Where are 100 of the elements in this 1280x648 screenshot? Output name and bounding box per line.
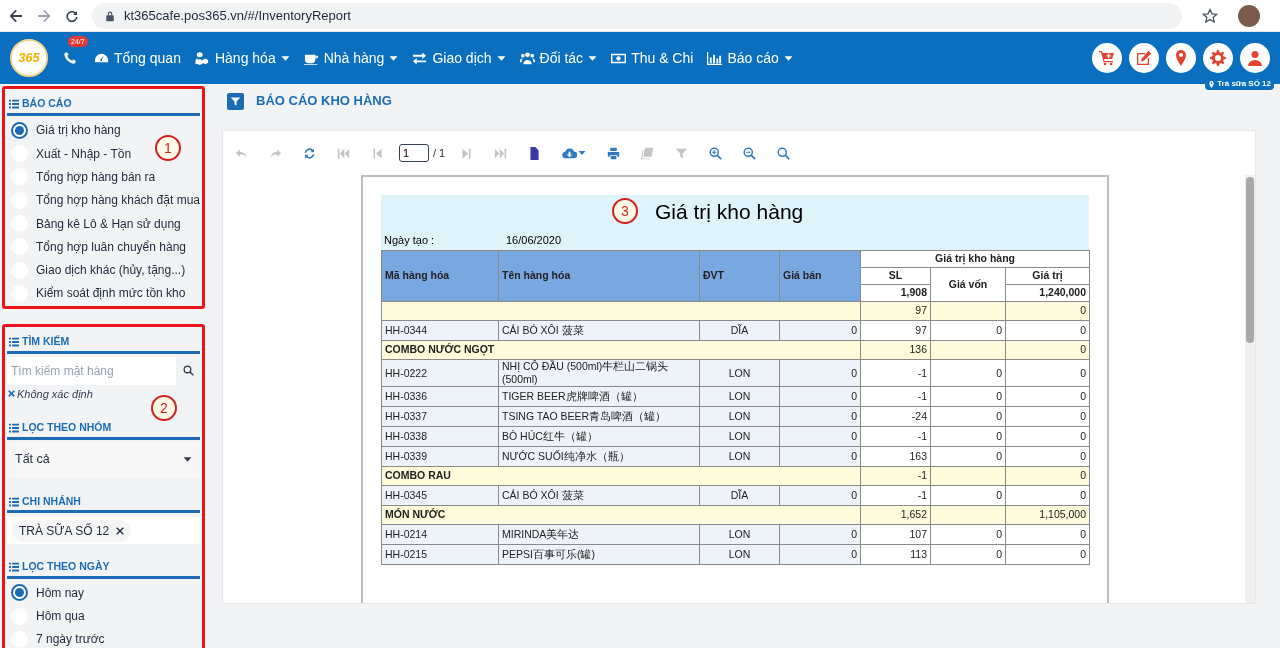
back-icon[interactable] [8,7,24,24]
page-title: BÁO CÁO KHO HÀNG [256,92,392,111]
list-icon [9,422,19,433]
forward-icon[interactable] [36,7,52,24]
table-cell: HH-0338 [381,426,499,447]
url-text: kt365cafe.pos365.vn/#/InventoryReport [124,6,351,25]
caret-icon [280,53,290,63]
toolbar-button[interactable] [777,146,791,160]
map-pin-icon [1208,80,1216,88]
list-icon [9,98,19,109]
caret-icon [389,53,399,63]
annotation-number: 3 [612,198,638,224]
table-cell: HH-0345 [381,485,499,506]
radio-option[interactable]: Bảng kê Lô & Hạn sử dụng [11,211,181,236]
column-header: Mã hàng hóa [381,250,499,302]
column-header: ĐVT [699,250,780,302]
group-dropdown[interactable]: Tất cả [7,441,200,478]
table-cell: HH-0337 [381,406,499,427]
header-action-button[interactable] [1203,43,1233,73]
radio-option[interactable]: Giá trị kho hàng [11,118,121,143]
pages-icon [641,146,655,160]
filter-icon[interactable] [230,95,241,107]
section-heading: LỌC THEO NGÀY [22,559,110,575]
report-title: Giá trị kho hàng [655,199,804,225]
lock-icon [104,9,116,22]
table-cell: -1 [860,359,931,387]
list-icon [9,337,19,347]
radio-option[interactable]: Kiểm soát định mức tồn kho [11,281,186,306]
nav-menu-item[interactable]: Nhà hàng [303,47,399,69]
filter-chip-label: Không xác định [17,386,93,402]
next-page-icon [460,146,474,160]
radio-option[interactable]: Xuất - Nhập - Tồn [11,142,132,166]
header-action-button[interactable] [1240,43,1270,73]
branch-tag[interactable]: TRÀ SỮA SỐ 12 [13,519,132,542]
close-icon[interactable] [115,525,126,536]
toolbar-button[interactable] [528,146,542,160]
nav-menu-item[interactable]: Thu & Chi [611,47,694,69]
created-label: Ngày tạo : [384,233,435,248]
radio-option[interactable]: Hôm qua [11,604,85,628]
cart-icon [1099,50,1115,66]
header-action-button[interactable] [1129,43,1159,73]
table-cell: 0 [1005,359,1090,387]
scrollbar-thumb[interactable] [1246,177,1254,343]
nav-menu-item[interactable]: Báo cáo [707,47,793,69]
list-icon [9,562,19,573]
table-cell: 0 [930,359,1006,387]
nav-menu-item[interactable]: Giao dịch [412,47,506,69]
page-count: / 1 [433,145,446,161]
radio-button[interactable] [11,584,28,602]
radio-option[interactable]: Hôm nay [11,581,85,605]
section-heading: BÁO CÁO [22,96,72,111]
edit-icon [1136,50,1152,66]
nav-menu-item[interactable]: Đối tác [519,47,598,69]
document-icon [528,146,542,160]
radio-option[interactable]: Tổng hợp hàng bán ra [11,165,156,189]
avatar[interactable] [1238,4,1260,27]
last-page-icon [494,146,508,160]
user-icon [1247,50,1263,66]
refresh-icon [303,146,316,160]
table-cell: HH-0215 [381,544,499,565]
column-header: Giá bán [779,250,861,302]
star-icon[interactable] [1202,7,1218,24]
first-page-icon [337,146,350,160]
page-number-field[interactable]: 1 [399,144,429,162]
radio-option[interactable]: Tổng hợp luân chuyển hàng [11,235,186,259]
download-button[interactable] [562,146,587,160]
zoom-in-icon [709,146,723,160]
toolbar-button[interactable] [607,146,621,160]
filter-icon [675,146,689,160]
phone-icon[interactable] [63,51,77,65]
table-cell: HH-0214 [381,524,499,545]
dropdown-value: Tất cả [15,451,50,469]
annotation-number: 1 [155,135,181,161]
radio-option[interactable]: 7 ngày trước [11,627,105,648]
radio-option[interactable]: Tổng hợp hàng khách đặt mua [11,188,200,212]
settings-icon [1210,50,1226,66]
nav-menu-item[interactable]: Hàng hóa [194,47,290,69]
table-cell: 0 [779,359,861,387]
radio-option[interactable]: Giao dịch khác (hủy, tặng...) [11,258,186,282]
nav-menu-item[interactable]: Tổng quan [94,47,181,69]
table-cell: HH-0336 [381,386,499,407]
header-action-button[interactable] [1166,43,1196,73]
address-bar[interactable]: kt365cafe.pos365.vn/#/InventoryReport [92,2,1182,29]
search-icon [182,365,194,377]
zoom-out-icon [743,146,757,160]
toolbar-button[interactable] [303,146,316,160]
bar-chart-icon [707,50,723,66]
section-heading: TÌM KIẾM [22,334,70,350]
search-field[interactable]: Tìm kiếm mặt hàng [7,356,176,385]
branch-label: Trà sữa SỐ 12 [1205,78,1274,90]
created-date: 16/06/2020 [506,233,562,248]
radio-button[interactable] [11,121,28,139]
list-icon [9,496,19,507]
table-cell: HH-0222 [381,359,499,387]
toolbar-button[interactable] [709,146,723,160]
header-action-button[interactable] [1092,43,1122,73]
caret-icon [496,53,506,63]
toolbar-button[interactable] [743,146,757,160]
previous-page-icon [371,146,384,160]
print-icon [607,146,621,160]
